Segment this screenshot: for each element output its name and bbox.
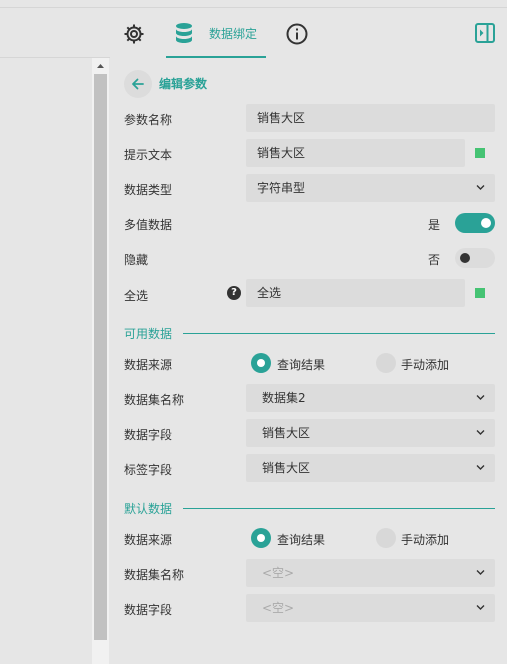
chevron-down-icon [476, 185, 485, 190]
prompt-text-value: 销售大区 [257, 146, 306, 160]
data-type-value: 字符串型 [257, 181, 306, 195]
data-type-select[interactable]: 字符串型 [246, 174, 495, 202]
select-all-label: 全选 [124, 289, 149, 303]
select-all-value: 全选 [257, 286, 282, 300]
available-source-query-label[interactable]: 查询结果 [277, 356, 325, 373]
radio-dot [257, 359, 265, 367]
hidden-label: 隐藏 [124, 253, 149, 267]
default-dataset-value: <空> [262, 566, 295, 580]
scroll-up-button[interactable] [92, 58, 109, 74]
select-all-input[interactable]: 全选 [246, 279, 465, 307]
available-source-manual-radio[interactable] [376, 353, 396, 373]
scrollbar-thumb[interactable] [94, 74, 107, 640]
available-source-query-radio[interactable] [251, 353, 271, 373]
available-source-label: 数据来源 [124, 358, 173, 372]
prompt-text-input[interactable]: 销售大区 [246, 139, 465, 167]
panel-toggle-button[interactable] [474, 22, 496, 44]
available-label-field-value: 销售大区 [262, 461, 311, 475]
gear-icon [124, 24, 144, 44]
multi-value-label: 多值数据 [124, 218, 173, 232]
available-dataset-value: 数据集2 [262, 391, 306, 405]
chevron-down-icon [476, 395, 485, 400]
default-source-manual-radio[interactable] [376, 528, 396, 548]
param-name-label: 参数名称 [124, 113, 173, 127]
back-button[interactable] [124, 70, 152, 98]
tab-settings[interactable] [122, 22, 146, 46]
toggle-knob [481, 218, 491, 228]
info-icon [286, 23, 308, 45]
default-dataset-label: 数据集名称 [124, 568, 185, 582]
tab-data-binding[interactable]: 数据绑定 [166, 8, 266, 58]
default-data-field-value: <空> [262, 601, 295, 615]
select-all-indicator[interactable] [475, 288, 485, 298]
chevron-down-icon [476, 605, 485, 610]
help-icon[interactable]: ? [227, 286, 241, 300]
chevron-down-icon [476, 465, 485, 470]
tab-data-binding-label: 数据绑定 [209, 27, 258, 41]
available-data-field-label: 数据字段 [124, 428, 173, 442]
multi-value-toggle[interactable] [455, 213, 495, 233]
toggle-knob [460, 253, 470, 263]
available-label-field-label: 标签字段 [124, 463, 173, 477]
default-source-query-label[interactable]: 查询结果 [277, 531, 325, 548]
default-dataset-select[interactable]: <空> [246, 559, 495, 587]
arrow-left-icon [132, 78, 144, 90]
hidden-toggle[interactable] [455, 248, 495, 268]
available-source-manual-label[interactable]: 手动添加 [401, 356, 449, 373]
chevron-down-icon [476, 430, 485, 435]
available-data-field-value: 销售大区 [262, 426, 311, 440]
radio-dot [257, 534, 265, 542]
default-source-label: 数据来源 [124, 533, 173, 547]
multi-value-state: 是 [428, 218, 441, 232]
chevron-down-icon [476, 570, 485, 575]
panel-toggle-icon [475, 23, 495, 43]
section-divider [183, 508, 495, 509]
default-data-field-label: 数据字段 [124, 603, 173, 617]
default-data-section-title: 默认数据 [124, 502, 173, 516]
page-title: 编辑参数 [159, 77, 208, 91]
default-data-field-select[interactable]: <空> [246, 594, 495, 622]
prompt-text-label: 提示文本 [124, 148, 173, 162]
scroll-up-icon [97, 64, 104, 68]
available-dataset-select[interactable]: 数据集2 [246, 384, 495, 412]
hidden-state: 否 [428, 253, 441, 267]
available-dataset-label: 数据集名称 [124, 393, 185, 407]
section-divider [183, 333, 495, 334]
default-source-query-radio[interactable] [251, 528, 271, 548]
available-data-field-select[interactable]: 销售大区 [246, 419, 495, 447]
param-name-value: 销售大区 [257, 111, 306, 125]
available-data-section-title: 可用数据 [124, 327, 173, 341]
data-type-label: 数据类型 [124, 183, 173, 197]
database-icon [176, 23, 192, 43]
available-label-field-select[interactable]: 销售大区 [246, 454, 495, 482]
tab-bar: 数据绑定 [0, 8, 507, 58]
prompt-text-indicator[interactable] [475, 148, 485, 158]
tab-info[interactable] [285, 22, 309, 46]
param-name-input[interactable]: 销售大区 [246, 104, 495, 132]
default-source-manual-label[interactable]: 手动添加 [401, 531, 449, 548]
